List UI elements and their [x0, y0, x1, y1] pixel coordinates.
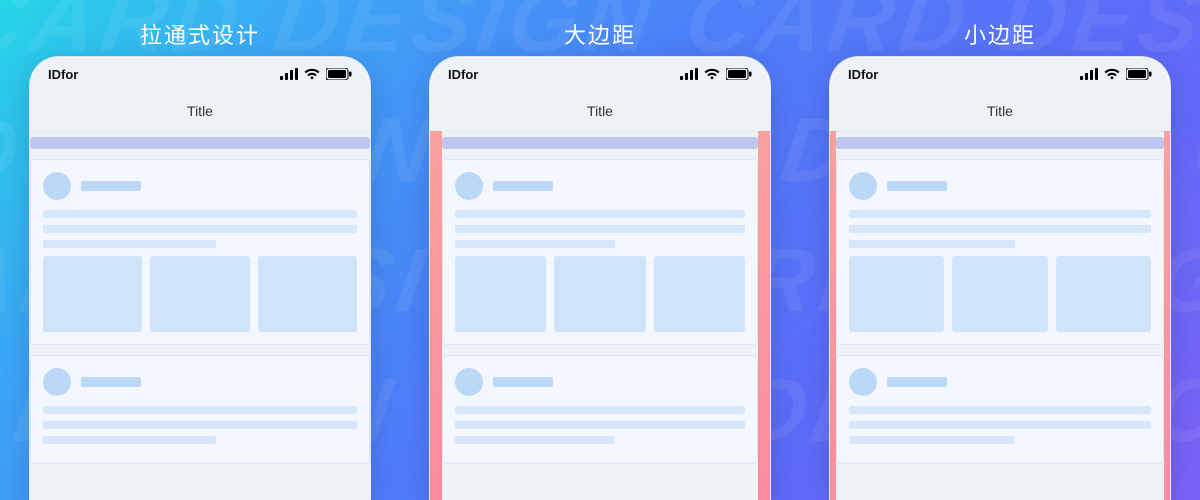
- post-card: [836, 159, 1164, 345]
- phone-mockup-small: IDfor Title: [829, 56, 1171, 500]
- status-bar: IDfor: [830, 57, 1170, 91]
- text-line: [455, 421, 745, 429]
- username-placeholder: [493, 377, 553, 387]
- text-line: [43, 421, 357, 429]
- post-card: [442, 355, 758, 464]
- text-line: [455, 406, 745, 414]
- avatar: [455, 368, 483, 396]
- username-placeholder: [81, 377, 141, 387]
- variant-label-small: 小边距: [800, 18, 1200, 50]
- thumbnail: [952, 256, 1047, 332]
- status-icons: [680, 68, 752, 80]
- carrier-label: IDfor: [448, 67, 478, 82]
- thumbnail: [258, 256, 357, 332]
- nav-bar: Title: [430, 91, 770, 132]
- segmented-control[interactable]: [30, 137, 370, 149]
- thumbnail-row: [849, 256, 1151, 332]
- nav-bar: Title: [30, 91, 370, 132]
- text-line: [43, 240, 216, 248]
- thumbnail: [1056, 256, 1151, 332]
- text-line: [43, 436, 216, 444]
- battery-icon: [726, 68, 752, 80]
- text-line: [849, 406, 1151, 414]
- variant-label-large: 大边距: [400, 18, 800, 50]
- battery-icon: [1126, 68, 1152, 80]
- username-placeholder: [887, 377, 947, 387]
- margin-indicator-right: [758, 131, 770, 500]
- avatar: [455, 172, 483, 200]
- status-icons: [280, 68, 352, 80]
- text-line: [849, 436, 1015, 444]
- variant-labels: 拉通式设计 大边距 小边距: [0, 18, 1200, 50]
- signal-icon: [680, 68, 698, 80]
- thumbnail: [150, 256, 249, 332]
- thumbnail-row: [455, 256, 745, 332]
- post-card: [30, 355, 370, 464]
- phone-mockup-full: IDfor Title: [29, 56, 371, 500]
- wifi-icon: [1104, 68, 1120, 80]
- segmented-control[interactable]: [442, 137, 758, 149]
- battery-icon: [326, 68, 352, 80]
- thumbnail-row: [43, 256, 357, 332]
- thumbnail: [554, 256, 645, 332]
- text-line: [43, 225, 357, 233]
- page-title: Title: [587, 103, 613, 119]
- wifi-icon: [304, 68, 320, 80]
- thumbnail: [849, 256, 944, 332]
- feed: [30, 131, 370, 500]
- feed: [442, 131, 758, 500]
- page-title: Title: [987, 103, 1013, 119]
- post-card: [30, 159, 370, 345]
- text-line: [455, 225, 745, 233]
- thumbnail: [654, 256, 745, 332]
- post-card: [836, 355, 1164, 464]
- phone-mockup-large: IDfor Title: [429, 56, 771, 500]
- text-line: [455, 240, 615, 248]
- username-placeholder: [887, 181, 947, 191]
- margin-indicator-left: [430, 131, 442, 500]
- status-icons: [1080, 68, 1152, 80]
- status-bar: IDfor: [430, 57, 770, 91]
- carrier-label: IDfor: [48, 67, 78, 82]
- text-line: [849, 421, 1151, 429]
- signal-icon: [280, 68, 298, 80]
- page-title: Title: [187, 103, 213, 119]
- avatar: [43, 172, 71, 200]
- text-line: [455, 210, 745, 218]
- variant-label-full: 拉通式设计: [0, 18, 400, 50]
- margin-indicator-right: [1164, 131, 1170, 500]
- wifi-icon: [704, 68, 720, 80]
- status-bar: IDfor: [30, 57, 370, 91]
- avatar: [43, 368, 71, 396]
- thumbnail: [455, 256, 546, 332]
- username-placeholder: [81, 181, 141, 191]
- carrier-label: IDfor: [848, 67, 878, 82]
- text-line: [43, 406, 357, 414]
- text-line: [849, 210, 1151, 218]
- text-line: [43, 210, 357, 218]
- post-card: [442, 159, 758, 345]
- nav-bar: Title: [830, 91, 1170, 132]
- feed: [836, 131, 1164, 500]
- username-placeholder: [493, 181, 553, 191]
- segmented-control[interactable]: [836, 137, 1164, 149]
- thumbnail: [43, 256, 142, 332]
- text-line: [849, 225, 1151, 233]
- avatar: [849, 368, 877, 396]
- text-line: [849, 240, 1015, 248]
- signal-icon: [1080, 68, 1098, 80]
- text-line: [455, 436, 615, 444]
- avatar: [849, 172, 877, 200]
